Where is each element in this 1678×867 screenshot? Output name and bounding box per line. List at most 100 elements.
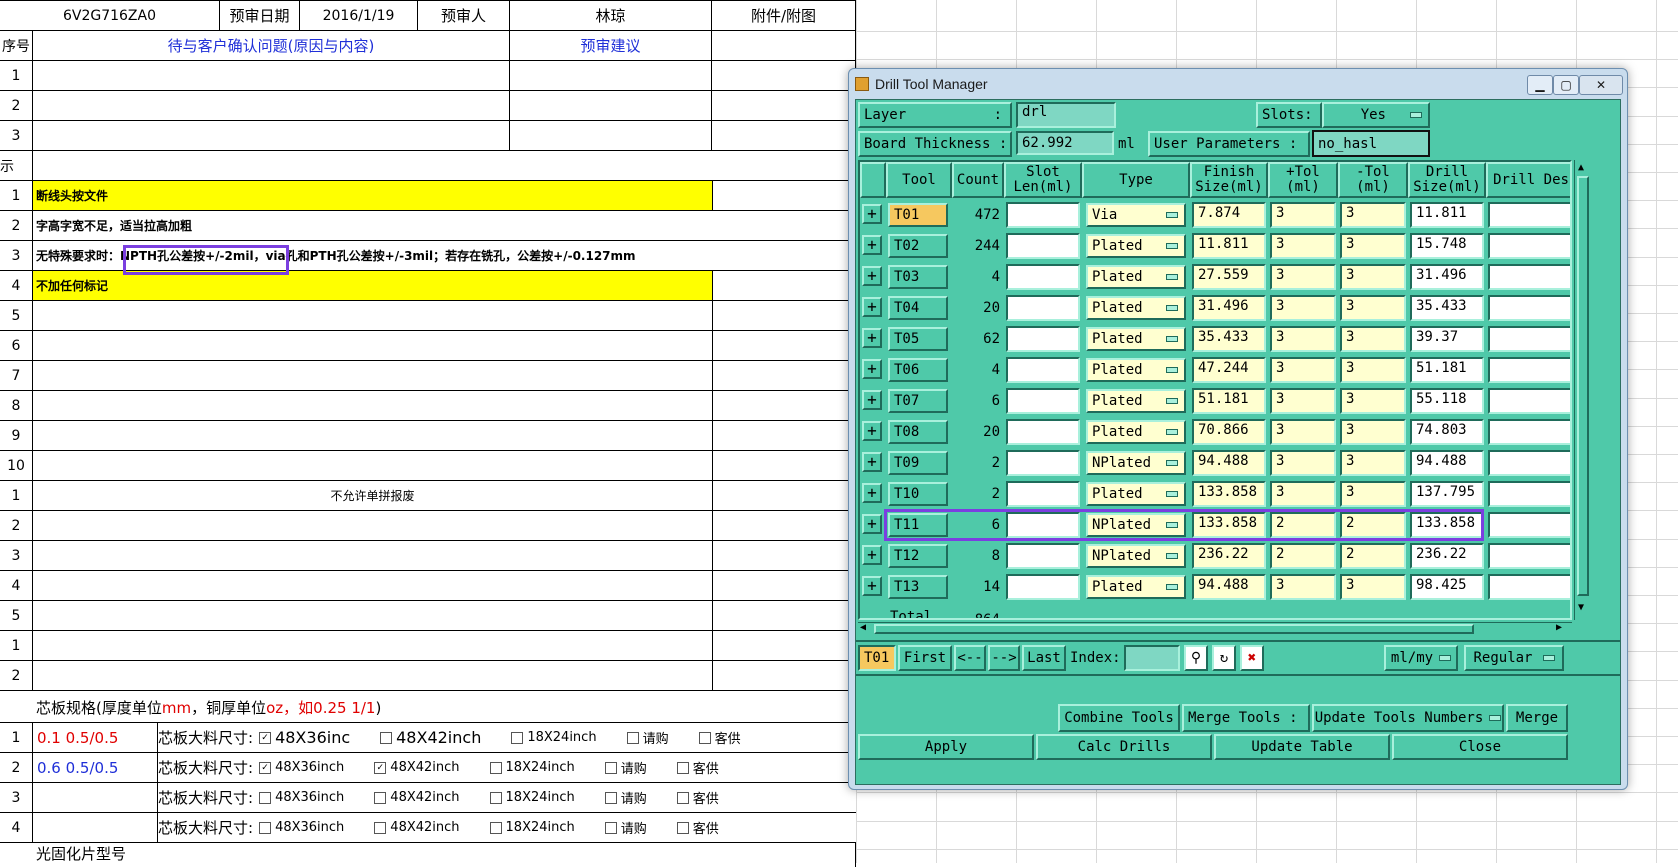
tool-id-button[interactable]: T09 (888, 451, 948, 475)
tool-id-button[interactable]: T13 (888, 575, 948, 599)
column-header[interactable]: Tool (886, 162, 952, 198)
scroll-right-icon[interactable]: ▶ (1556, 622, 1562, 633)
tool-id-button[interactable]: T05 (888, 327, 948, 351)
column-header[interactable]: Finish Size(ml) (1190, 162, 1268, 198)
expand-icon[interactable]: + (862, 204, 882, 224)
finish-size-input[interactable]: 7.874 (1192, 202, 1266, 228)
drill-size-input[interactable]: 11.811 (1410, 202, 1484, 228)
checkbox[interactable] (489, 761, 502, 774)
drill-size-input[interactable]: 236.22 (1410, 543, 1484, 569)
mode-dropdown[interactable]: Regular (1464, 645, 1564, 671)
expand-icon[interactable]: + (862, 235, 882, 255)
horizontal-scrollbar[interactable]: ◀ ▶ (858, 622, 1572, 636)
attach-cell[interactable] (712, 421, 856, 450)
scroll-left-icon[interactable]: ◀ (860, 622, 866, 633)
slot-len-input[interactable] (1006, 295, 1080, 321)
core-spec[interactable] (33, 813, 158, 842)
finish-size-input[interactable]: 94.488 (1192, 450, 1266, 476)
type-dropdown[interactable]: Plated (1086, 327, 1186, 351)
tool-id-button[interactable]: T08 (888, 420, 948, 444)
plus-tol-input[interactable]: 2 (1270, 543, 1336, 569)
type-dropdown[interactable]: NPlated (1086, 451, 1186, 475)
checkbox[interactable] (698, 731, 711, 744)
checkbox[interactable] (604, 761, 617, 774)
column-header[interactable]: Slot Len(ml) (1004, 162, 1082, 198)
note-text[interactable]: 字高字宽不足，适当拉高加粗 (33, 211, 856, 240)
tool-id-button[interactable]: T03 (888, 265, 948, 289)
slot-len-input[interactable] (1006, 450, 1080, 476)
minus-tol-input[interactable]: 3 (1340, 450, 1406, 476)
user-params-field[interactable]: no_hasl (1312, 130, 1430, 157)
checkbox[interactable] (676, 791, 689, 804)
minus-tol-input[interactable]: 3 (1340, 388, 1406, 414)
minus-tol-input[interactable]: 3 (1340, 357, 1406, 383)
attach-cell[interactable] (712, 61, 856, 90)
drill-des-input[interactable] (1488, 326, 1570, 352)
plus-tol-input[interactable]: 3 (1270, 202, 1336, 228)
minus-tol-input[interactable]: 3 (1340, 419, 1406, 445)
drill-des-input[interactable] (1488, 264, 1570, 290)
slot-len-input[interactable] (1006, 543, 1080, 569)
expand-icon[interactable]: + (862, 452, 882, 472)
tool-id-button[interactable]: T04 (888, 296, 948, 320)
checkbox[interactable] (626, 731, 639, 744)
checkbox[interactable] (676, 761, 689, 774)
note-cell[interactable] (33, 301, 713, 330)
checkbox[interactable] (374, 791, 387, 804)
drill-des-input[interactable] (1488, 295, 1570, 321)
attach-cell[interactable] (712, 121, 856, 150)
core-spec[interactable]: 0.1 0.5/0.5 (33, 723, 158, 752)
expand-icon[interactable]: + (862, 359, 882, 379)
tool-id-button[interactable]: T12 (888, 544, 948, 568)
attach-cell[interactable] (712, 301, 856, 330)
type-dropdown[interactable]: Plated (1086, 296, 1186, 320)
minus-tol-input[interactable]: 3 (1340, 326, 1406, 352)
plus-tol-input[interactable]: 3 (1270, 481, 1336, 507)
note-cell[interactable] (33, 511, 713, 540)
expand-icon[interactable]: + (862, 328, 882, 348)
plus-tol-input[interactable]: 3 (1270, 357, 1336, 383)
tool-id-button[interactable]: T02 (888, 234, 948, 258)
update-table-button[interactable]: Update Table (1214, 734, 1390, 760)
drill-size-input[interactable]: 51.181 (1410, 357, 1484, 383)
tool-id-button[interactable]: T01 (888, 203, 948, 227)
slot-len-input[interactable] (1006, 574, 1080, 600)
minus-tol-input[interactable]: 2 (1340, 543, 1406, 569)
drill-size-input[interactable]: 31.496 (1410, 264, 1484, 290)
merge-button[interactable]: Merge (1506, 704, 1568, 732)
type-dropdown[interactable]: Plated (1086, 482, 1186, 506)
attach-cell[interactable] (712, 331, 856, 360)
attach-cell[interactable] (712, 601, 856, 630)
drill-des-input[interactable] (1488, 419, 1570, 445)
finish-size-input[interactable]: 27.559 (1192, 264, 1266, 290)
tool-id-button[interactable]: T10 (888, 482, 948, 506)
checkbox[interactable] (374, 821, 387, 834)
scroll-thumb[interactable] (1577, 176, 1589, 596)
checkbox[interactable]: ✓ (374, 761, 387, 774)
attach-cell[interactable] (712, 91, 856, 120)
minus-tol-input[interactable]: 3 (1340, 202, 1406, 228)
checkbox[interactable] (676, 821, 689, 834)
drill-des-input[interactable] (1488, 357, 1570, 383)
column-header[interactable]: +Tol (ml) (1268, 162, 1338, 198)
plus-tol-input[interactable]: 3 (1270, 450, 1336, 476)
tool-id-button[interactable]: T06 (888, 358, 948, 382)
first-button[interactable]: First (898, 645, 952, 671)
note-cell[interactable] (33, 601, 713, 630)
drill-size-input[interactable]: 15.748 (1410, 233, 1484, 259)
attach-cell[interactable] (712, 361, 856, 390)
thickness-field[interactable]: 62.992 (1016, 131, 1114, 155)
checkbox[interactable]: ✓ (259, 761, 272, 774)
combine-tools-button[interactable]: Combine Tools (1058, 704, 1180, 732)
refresh-icon[interactable]: ↻ (1212, 645, 1236, 671)
note-cell[interactable] (33, 661, 713, 690)
plus-tol-input[interactable]: 3 (1270, 326, 1336, 352)
note-cell[interactable]: 不允许单拼报废 (33, 481, 713, 510)
plus-tol-input[interactable]: 3 (1270, 264, 1336, 290)
note-cell[interactable] (33, 571, 713, 600)
type-dropdown[interactable]: Plated (1086, 420, 1186, 444)
expand-icon[interactable]: + (862, 390, 882, 410)
section-cell[interactable] (33, 151, 856, 180)
plus-tol-input[interactable]: 3 (1270, 295, 1336, 321)
drill-size-input[interactable]: 55.118 (1410, 388, 1484, 414)
